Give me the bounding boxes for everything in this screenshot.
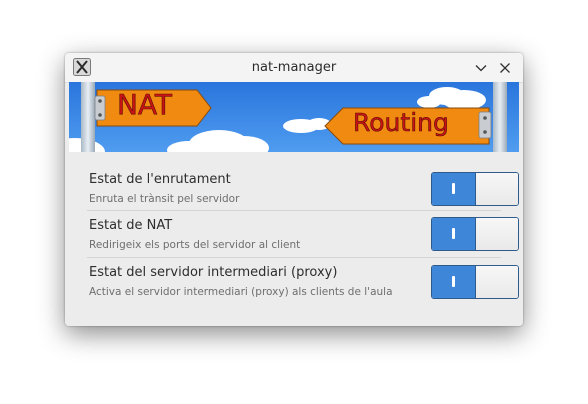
- app-window: nat-manager NAT Routing Estat de l'enrut…: [65, 53, 523, 326]
- setting-row-nat: Estat de NAT Redirigeix els ports del se…: [87, 217, 519, 254]
- setting-description: Activa el servidor intermediari (proxy) …: [89, 286, 393, 298]
- close-button[interactable]: [496, 59, 514, 77]
- settings-panel: Estat de l'enrutament Enruta el trànsit …: [65, 152, 523, 326]
- window-title: nat-manager: [251, 60, 337, 75]
- setting-row-proxy: Estat del servidor intermediari (proxy) …: [87, 265, 519, 301]
- setting-title: Estat del servidor intermediari (proxy): [89, 265, 338, 280]
- setting-title: Estat de l'enrutament: [89, 172, 231, 187]
- on-indicator-icon: [452, 276, 455, 287]
- nat-toggle-switch[interactable]: [431, 217, 519, 251]
- divider: [87, 210, 501, 211]
- on-indicator-icon: [452, 228, 455, 239]
- routing-toggle-switch[interactable]: [431, 172, 519, 206]
- setting-description: Redirigeix els ports del servidor al cli…: [89, 239, 301, 251]
- close-icon: [500, 63, 510, 73]
- switch-knob: [476, 173, 518, 205]
- switch-knob: [476, 266, 518, 298]
- setting-row-routing: Estat de l'enrutament Enruta el trànsit …: [87, 172, 519, 208]
- switch-knob: [476, 218, 518, 250]
- routing-sign-label: Routing: [353, 108, 449, 138]
- title-bar[interactable]: nat-manager: [65, 53, 523, 83]
- chevron-down-icon: [475, 65, 487, 72]
- nat-sign-label: NAT: [117, 88, 173, 122]
- minimize-button[interactable]: [472, 59, 490, 77]
- setting-description: Enruta el trànsit pel servidor: [89, 193, 240, 205]
- header-banner: NAT Routing: [69, 82, 519, 152]
- proxy-toggle-switch[interactable]: [431, 265, 519, 299]
- on-indicator-icon: [452, 183, 455, 194]
- divider: [87, 257, 501, 258]
- setting-title: Estat de NAT: [89, 218, 173, 233]
